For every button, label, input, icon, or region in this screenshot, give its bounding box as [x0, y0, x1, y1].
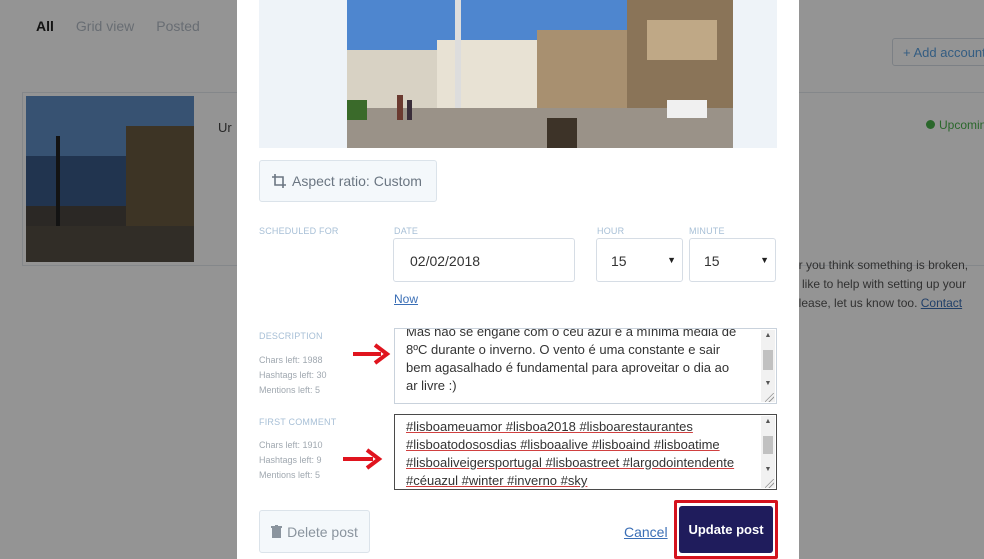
hour-select[interactable]: 15 ▼: [596, 238, 683, 282]
first-comment-textarea[interactable]: #lisboameuamor #lisboa2018 #lisboarestau…: [394, 414, 777, 490]
description-line: bem agasalhado é fundamental para aprove…: [406, 360, 730, 375]
delete-post-button[interactable]: Delete post: [259, 510, 370, 553]
first-comment-label: FIRST COMMENT: [259, 417, 337, 427]
resize-grip-icon[interactable]: [765, 479, 774, 488]
minute-value: 15: [704, 253, 720, 269]
chars-left: Chars left: 1988: [259, 355, 323, 365]
trash-icon: [271, 525, 283, 538]
minute-select[interactable]: 15 ▼: [689, 238, 776, 282]
hour-label: HOUR: [597, 226, 625, 236]
minute-label: MINUTE: [689, 226, 725, 236]
comment-scrollbar[interactable]: ▲ ▼: [761, 416, 775, 488]
comment-line: #lisboatodososdias #lisboaalive #lisboai…: [406, 437, 720, 452]
delete-post-label: Delete post: [287, 523, 358, 540]
red-arrow-icon: [343, 448, 383, 470]
dropdown-arrow-icon: ▼: [760, 255, 769, 265]
now-link[interactable]: Now: [394, 292, 418, 306]
update-post-button[interactable]: Update post: [679, 506, 773, 553]
photo-preview-area: [259, 0, 777, 148]
post-photo: [347, 0, 733, 148]
scroll-thumb[interactable]: [763, 436, 773, 454]
scheduled-for-label: SCHEDULED FOR: [259, 226, 339, 236]
comment-line: #lisboaliveigersportugal #lisboastreet #…: [406, 455, 735, 470]
mentions-left: Mentions left: 5: [259, 385, 321, 395]
description-line: 8ºC durante o inverno. O vento é uma con…: [406, 342, 721, 357]
description-stats: Chars left: 1988 Hashtags left: 30 Menti…: [259, 353, 327, 398]
scroll-thumb[interactable]: [763, 350, 773, 370]
date-field[interactable]: 02/02/2018: [393, 238, 575, 282]
crop-icon: [272, 174, 286, 188]
scroll-up-icon[interactable]: ▲: [761, 330, 775, 342]
scroll-down-icon[interactable]: ▼: [761, 464, 775, 476]
first-comment-stats: Chars left: 1910 Hashtags left: 9 Mentio…: [259, 438, 323, 483]
description-line: ar livre :): [406, 378, 457, 393]
aspect-ratio-button[interactable]: Aspect ratio: Custom: [259, 160, 437, 202]
hour-value: 15: [611, 253, 627, 269]
resize-grip-icon[interactable]: [765, 393, 774, 402]
mentions-left: Mentions left: 5: [259, 470, 321, 480]
description-textarea[interactable]: Mas não se engane com o céu azul e a mín…: [394, 328, 777, 404]
hashtags-left: Hashtags left: 9: [259, 455, 322, 465]
scroll-up-icon[interactable]: ▲: [761, 416, 775, 428]
red-arrow-icon: [353, 343, 391, 365]
description-scrollbar[interactable]: ▲ ▼: [761, 330, 775, 402]
date-label: DATE: [394, 226, 419, 236]
aspect-ratio-value: Custom: [373, 173, 422, 189]
comment-line: #lisboameuamor #lisboa2018 #lisboarestau…: [406, 419, 693, 434]
aspect-ratio-prefix: Aspect ratio:: [292, 173, 370, 189]
chars-left: Chars left: 1910: [259, 440, 323, 450]
description-line: Mas não se engane com o céu azul e a mín…: [406, 328, 737, 339]
cancel-link[interactable]: Cancel: [624, 524, 668, 540]
description-label: DESCRIPTION: [259, 331, 323, 341]
hashtags-left: Hashtags left: 30: [259, 370, 327, 380]
edit-post-modal: Aspect ratio: Custom SCHEDULED FOR DATE …: [237, 0, 799, 559]
comment-line: #céuazul #winter #inverno #sky: [406, 473, 588, 488]
scroll-down-icon[interactable]: ▼: [761, 378, 775, 390]
dropdown-arrow-icon: ▼: [667, 255, 676, 265]
